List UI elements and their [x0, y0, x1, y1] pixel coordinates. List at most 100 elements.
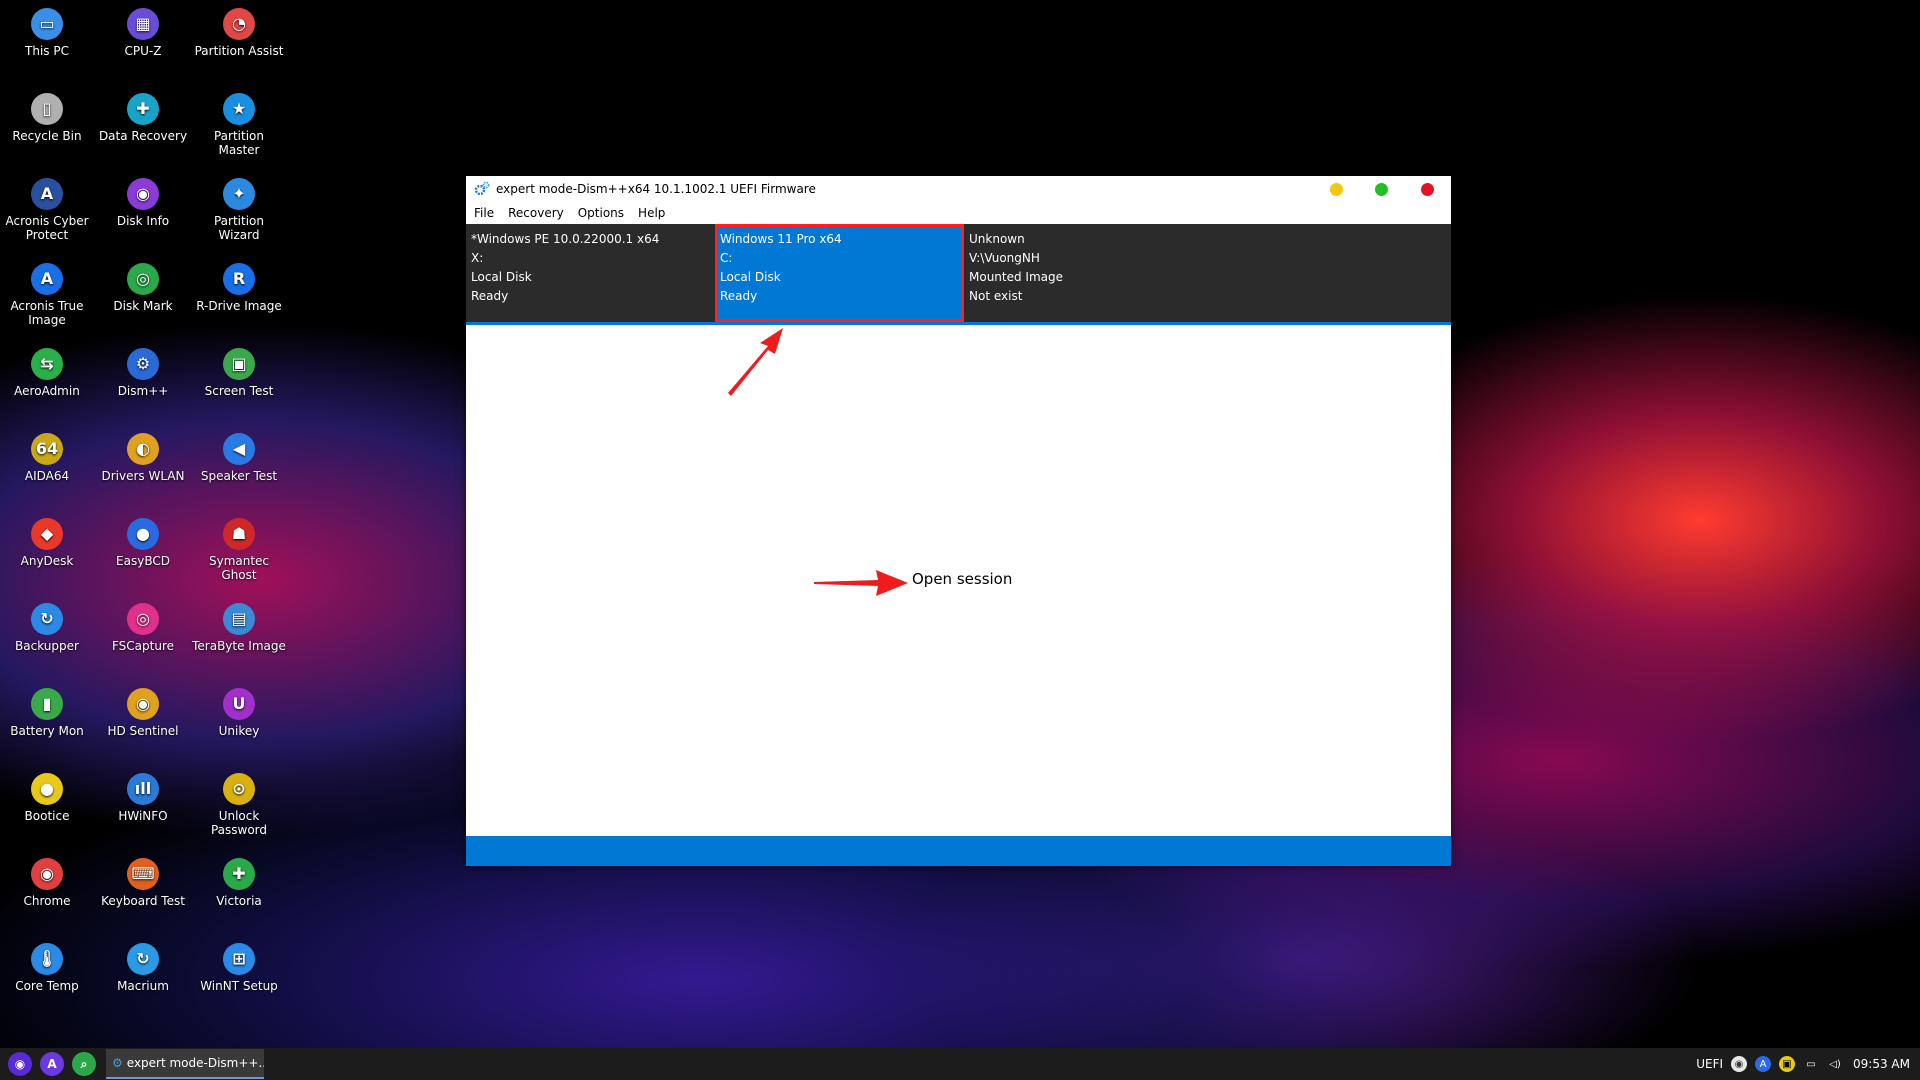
chrome-tray-icon[interactable]: ◉ — [1731, 1056, 1748, 1072]
hd-sentinel-icon: ◉ — [127, 688, 159, 720]
cpu-z-icon: ▦ — [127, 8, 159, 40]
desktop-icon-winnt-setup[interactable]: ⊞ WinNT Setup — [192, 937, 286, 993]
desktop-icon-aeroadmin[interactable]: ⇆ AeroAdmin — [0, 342, 94, 398]
desktop-icon-hwinfo[interactable]: ıll HWiNFO — [96, 767, 190, 823]
session-drive: V:\VuongNH — [969, 251, 1040, 265]
bootice-icon: ● — [31, 773, 63, 805]
desktop-icon-label: Drivers WLAN — [101, 469, 185, 483]
desktop-icon-anydesk[interactable]: ◆ AnyDesk — [0, 512, 94, 568]
desktop-icon-acronis-cyber-protect[interactable]: A Acronis Cyber Protect — [0, 172, 94, 242]
minimize-button[interactable] — [1330, 183, 1343, 196]
desktop-icon-dism-[interactable]: ⚙ Dism++ — [96, 342, 190, 398]
easybcd-icon: ● — [127, 518, 159, 550]
desktop-icon-unlock-password[interactable]: ⊙ Unlock Password — [192, 767, 286, 837]
session-drive: C: — [720, 251, 733, 265]
desktop-icon-macrium[interactable]: ↻ Macrium — [96, 937, 190, 993]
window-title: expert mode-Dism++x64 10.1.1002.1 UEFI F… — [496, 182, 816, 196]
desktop-icon-fscapture[interactable]: ◎ FSCapture — [96, 597, 190, 653]
desktop-icon-keyboard-test[interactable]: ⌨ Keyboard Test — [96, 852, 190, 908]
aeroadmin-icon: ⇆ — [31, 348, 63, 380]
victoria-icon: ✚ — [223, 858, 255, 890]
close-button[interactable] — [1421, 183, 1434, 196]
drivers-wlan-icon: ◐ — [127, 433, 159, 465]
menu-recovery[interactable]: Recovery — [508, 206, 564, 220]
menu-file[interactable]: File — [474, 206, 494, 220]
hwinfo-icon: ıll — [127, 773, 159, 805]
desktop-icon-label: Acronis True Image — [10, 299, 84, 327]
dism-gear-icon — [474, 181, 490, 197]
session-unknown[interactable]: Unknown V:\VuongNH Mounted Image Not exi… — [964, 224, 1213, 322]
partition-wizard-icon: ✦ — [223, 178, 255, 210]
desktop-icon-r-drive-image[interactable]: R R-Drive Image — [192, 257, 286, 313]
desktop-icon-label: Data Recovery — [98, 129, 188, 143]
r-drive-image-icon: R — [223, 263, 255, 295]
taskbar-dism-task[interactable]: ⚙ expert mode-Dism++... — [106, 1049, 264, 1079]
open-session-link[interactable]: Open session — [912, 570, 1012, 588]
desktop-icon-victoria[interactable]: ✚ Victoria — [192, 852, 286, 908]
desktop-icon-aida64[interactable]: 64 AIDA64 — [0, 427, 94, 483]
this-pc-icon: ▭ — [31, 8, 63, 40]
desktop-icon-disk-info[interactable]: ◉ Disk Info — [96, 172, 190, 228]
desktop-icon-acronis-true-image[interactable]: A Acronis True Image — [0, 257, 94, 327]
desktop-icon-screen-test[interactable]: ▣ Screen Test — [192, 342, 286, 398]
desktop-icon-label: Partition Assist — [194, 44, 284, 58]
desktop-icon-label: Battery Mon — [10, 724, 84, 738]
maximize-button[interactable] — [1375, 183, 1388, 196]
search-taskbar-icon[interactable]: ⌕ — [72, 1052, 96, 1076]
session-status: Not exist — [969, 289, 1023, 303]
desktop-icon-label: Partition Wizard — [213, 214, 264, 242]
desktop-icon-partition-assist[interactable]: ◔ Partition Assist — [192, 2, 286, 58]
keyboard-test-icon: ⌨ — [127, 858, 159, 890]
acronis-tray-icon[interactable]: A — [1755, 1056, 1772, 1072]
desktop-icon-core-temp[interactable]: 🌡 Core Temp — [0, 937, 94, 993]
desktop-icon-disk-mark[interactable]: ◎ Disk Mark — [96, 257, 190, 313]
desktop-icon-drivers-wlan[interactable]: ◐ Drivers WLAN — [96, 427, 190, 483]
desktop-icon-label: HD Sentinel — [107, 724, 179, 738]
session-windows-pe[interactable]: *Windows PE 10.0.22000.1 x64 X: Local Di… — [466, 224, 715, 322]
desktop-icon-recycle-bin[interactable]: ▯ Recycle Bin — [0, 87, 94, 143]
desktop-icon-speaker-test[interactable]: ◀ Speaker Test — [192, 427, 286, 483]
uefi-label: UEFI — [1696, 1057, 1724, 1071]
session-name: *Windows PE 10.0.22000.1 x64 — [471, 232, 660, 246]
desktop-icon-cpu-z[interactable]: ▦ CPU-Z — [96, 2, 190, 58]
desktop-icon-unikey[interactable]: U Unikey — [192, 682, 286, 738]
menu-options[interactable]: Options — [578, 206, 624, 220]
desktop-icon-label: R-Drive Image — [196, 299, 282, 313]
session-status: Ready — [720, 289, 758, 303]
volume-icon[interactable]: ◁) — [1827, 1056, 1843, 1072]
desktop-icon-easybcd[interactable]: ● EasyBCD — [96, 512, 190, 568]
start-menu-icon[interactable]: ◉ — [8, 1052, 32, 1076]
desktop-icon-partition-master[interactable]: ★ Partition Master — [192, 87, 286, 157]
partition-master-icon: ★ — [223, 93, 255, 125]
desktop-icon-label: FSCapture — [111, 639, 175, 653]
clock[interactable]: 09:53 AM — [1853, 1057, 1910, 1071]
task-label: expert mode-Dism++... — [126, 1056, 264, 1070]
desktop-icon-chrome[interactable]: ◉ Chrome — [0, 852, 94, 908]
desktop-icon-hd-sentinel[interactable]: ◉ HD Sentinel — [96, 682, 190, 738]
winnt-setup-icon: ⊞ — [223, 943, 255, 975]
desktop-icon-label: Backupper — [15, 639, 79, 653]
desktop-icon-backupper[interactable]: ↻ Backupper — [0, 597, 94, 653]
symantec-ghost-icon: ☗ — [223, 518, 255, 550]
title-bar[interactable]: expert mode-Dism++x64 10.1.1002.1 UEFI F… — [466, 176, 1451, 202]
desktop-icon-label: Symantec Ghost — [208, 554, 270, 582]
acronis-taskbar-icon[interactable]: A — [40, 1052, 64, 1076]
desktop-icon-label: WinNT Setup — [200, 979, 278, 993]
terabyte-image-icon: ▤ — [223, 603, 255, 635]
session-windows-11[interactable]: Windows 11 Pro x64 C: Local Disk Ready — [715, 224, 964, 322]
screen-test-icon: ▣ — [223, 348, 255, 380]
desktop-icon-label: EasyBCD — [116, 554, 170, 568]
desktop-icon-label: AeroAdmin — [14, 384, 80, 398]
desktop-icon-label: Chrome — [23, 894, 71, 908]
desktop-icon-symantec-ghost[interactable]: ☗ Symantec Ghost — [192, 512, 286, 582]
desktop-icon-battery-mon[interactable]: ▮ Battery Mon — [0, 682, 94, 738]
network-icon[interactable]: ▭ — [1803, 1056, 1819, 1072]
menu-help[interactable]: Help — [638, 206, 665, 220]
desktop-icon-this-pc[interactable]: ▭ This PC — [0, 2, 94, 58]
lock-tray-icon[interactable]: ▣ — [1779, 1056, 1796, 1072]
dism-window: expert mode-Dism++x64 10.1.1002.1 UEFI F… — [466, 176, 1451, 866]
desktop-icon-data-recovery[interactable]: ✚ Data Recovery — [96, 87, 190, 143]
desktop-icon-terabyte-image[interactable]: ▤ TeraByte Image — [192, 597, 286, 653]
desktop-icon-partition-wizard[interactable]: ✦ Partition Wizard — [192, 172, 286, 242]
desktop-icon-bootice[interactable]: ● Bootice — [0, 767, 94, 823]
